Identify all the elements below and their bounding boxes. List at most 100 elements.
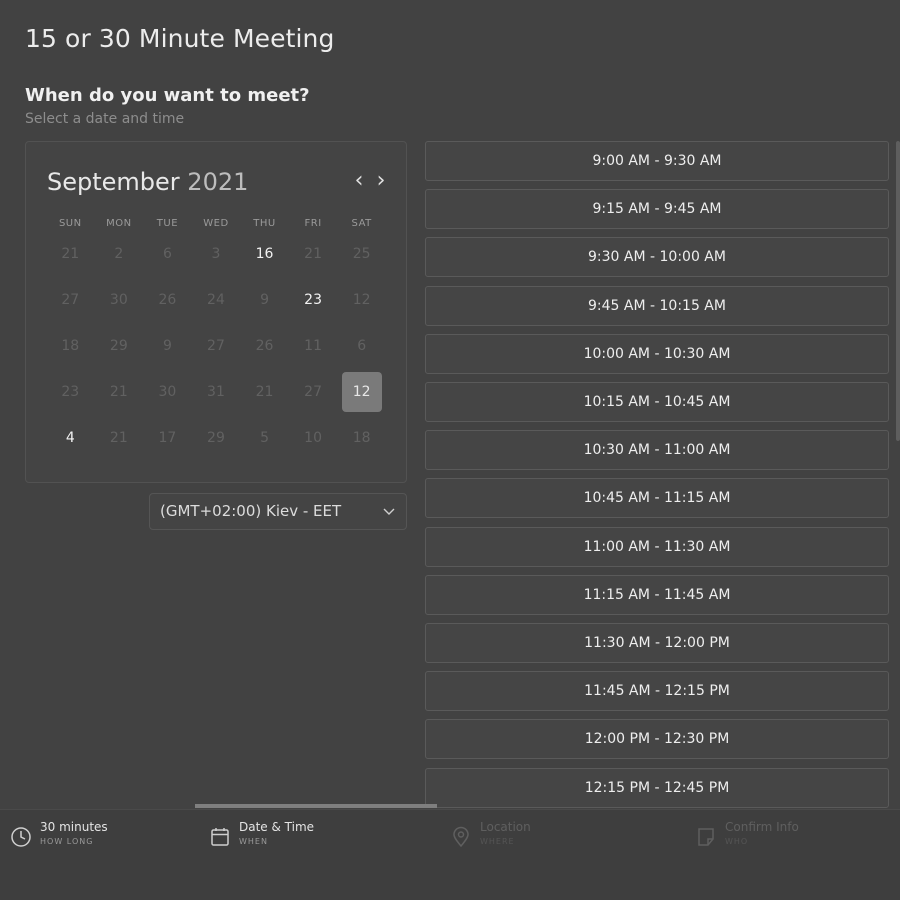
step-date-time[interactable]: Date & Time WHEN <box>209 820 314 848</box>
chevron-down-icon <box>382 494 396 543</box>
time-slot-button[interactable]: 11:30 AM - 12:00 PM <box>425 623 889 663</box>
day-number: 25 <box>352 246 371 262</box>
step-location[interactable]: Location WHERE <box>450 820 531 848</box>
time-slot-button[interactable]: 10:00 AM - 10:30 AM <box>425 333 889 374</box>
day-number: 21 <box>61 246 80 262</box>
weekday-label: THU <box>253 218 276 229</box>
step-label: Date & Time <box>239 820 315 834</box>
day-number: 27 <box>304 384 322 400</box>
day-number: 5 <box>260 430 269 446</box>
day-number: 10 <box>304 430 322 446</box>
day-number: 23 <box>61 384 80 400</box>
step-progress-bar <box>195 804 437 808</box>
calendar-day: 5 <box>240 418 289 458</box>
day-number: 9 <box>260 292 269 308</box>
day-number: 29 <box>207 430 225 446</box>
calendar-day: 18 <box>337 418 386 458</box>
time-slot-button[interactable]: 10:45 AM - 11:15 AM <box>425 478 889 519</box>
chevron-left-icon[interactable]: ‹ <box>350 170 368 192</box>
calendar-week-row: 18 29 9 27 26 11 6 <box>46 326 386 366</box>
calendar-week-row: 27 30 26 24 9 23 12 <box>46 280 386 320</box>
day-number: 23 <box>304 292 322 308</box>
time-slot-button[interactable]: 9:15 AM - 9:45 AM <box>425 189 889 230</box>
day-number: 27 <box>61 292 80 308</box>
day-number: 3 <box>211 246 221 262</box>
year-number: 2021 <box>187 168 249 196</box>
day-number: 21 <box>304 246 322 262</box>
day-number: 21 <box>109 384 128 400</box>
day-number: 6 <box>162 246 172 262</box>
day-number: 6 <box>357 338 367 354</box>
day-number: 16 <box>255 246 274 262</box>
clock-icon <box>10 826 32 848</box>
calendar-day[interactable]: 23 <box>289 280 338 320</box>
day-number: 21 <box>255 384 274 400</box>
step-sublabel: WHEN <box>239 837 268 846</box>
calendar-day[interactable]: 4 <box>46 418 95 458</box>
day-number: 12 <box>352 292 371 308</box>
calendar-day: 10 <box>289 418 338 458</box>
weekday-label: SUN <box>58 218 82 229</box>
calendar-day: 6 <box>143 234 192 274</box>
time-slot-button[interactable]: 12:00 PM - 12:30 PM <box>425 719 889 760</box>
section-question: When do you want to meet? <box>25 85 310 106</box>
day-number: 30 <box>109 292 128 308</box>
time-slot-button[interactable]: 9:45 AM - 10:15 AM <box>425 285 889 326</box>
day-number: 2 <box>114 246 124 262</box>
month-year-label: September 2021 <box>47 168 248 196</box>
day-number: 24 <box>207 292 225 308</box>
date-picker: September 2021 ‹ › SUN MON TUE WED THU FRI SAT… <box>25 141 407 483</box>
calendar-day: 2 <box>95 234 144 274</box>
calendar-day: 9 <box>240 280 289 320</box>
time-slot-button[interactable]: 9:30 AM - 10:00 AM <box>425 237 889 278</box>
calendar-day: 27 <box>192 326 241 366</box>
step-sublabel: HOW LONG <box>40 837 94 846</box>
map-pin-icon <box>450 826 472 848</box>
calendar-day: 30 <box>143 372 192 412</box>
calendar-day: 21 <box>46 234 95 274</box>
calendar-day: 26 <box>240 326 289 366</box>
day-number: 18 <box>61 338 80 354</box>
day-number: 18 <box>352 430 371 446</box>
calendar-day: 21 <box>289 234 338 274</box>
step-30-minutes[interactable]: 30 minutes HOW LONG <box>10 820 108 848</box>
time-slot-button[interactable]: 11:00 AM - 11:30 AM <box>425 526 889 567</box>
day-number: 26 <box>158 292 177 308</box>
day-number: 11 <box>304 338 322 354</box>
calendar-day: 17 <box>143 418 192 458</box>
calendar-day: 27 <box>46 280 95 320</box>
time-slot-button[interactable]: 12:15 PM - 12:45 PM <box>425 767 889 808</box>
step-label: Confirm Info <box>725 820 799 834</box>
step-label: 30 minutes <box>40 820 108 834</box>
day-number: 26 <box>255 338 274 354</box>
calendar-day: 24 <box>192 280 241 320</box>
day-number: 9 <box>162 338 172 354</box>
time-slot-button[interactable]: 10:15 AM - 10:45 AM <box>425 382 889 422</box>
weekday-label: TUE <box>156 218 179 229</box>
calendar-day: 3 <box>192 234 241 274</box>
step-confirm-info[interactable]: Confirm Info WHO <box>695 820 799 848</box>
step-sublabel: WHERE <box>480 837 515 846</box>
booking-steps-bar: 30 minutes HOW LONG Date & Time WHEN Locatio… <box>0 809 900 900</box>
day-number: 30 <box>158 384 177 400</box>
time-slot-button[interactable]: 11:15 AM - 11:45 AM <box>425 574 889 615</box>
timezone-value: (GMT+02:00) Kiev - EET <box>160 502 342 520</box>
note-icon <box>695 826 717 848</box>
time-slot-button[interactable]: 9:00 AM - 9:30 AM <box>425 141 889 181</box>
calendar-day: 30 <box>95 280 144 320</box>
day-number: 4 <box>65 430 75 446</box>
weekday-label: WED <box>203 218 229 229</box>
calendar-day[interactable]: 16 <box>240 234 289 274</box>
timezone-select[interactable]: (GMT+02:00) Kiev - EET <box>149 493 407 530</box>
weekday-label: FRI <box>304 218 322 229</box>
calendar-week-row: 4 21 17 29 5 10 18 <box>46 418 386 458</box>
chevron-right-icon[interactable]: › <box>372 170 390 192</box>
section-hint: Select a date and time <box>25 111 185 127</box>
day-number: 21 <box>109 430 128 446</box>
day-number: 17 <box>158 430 177 446</box>
calendar-day: 12 <box>337 280 386 320</box>
calendar-day-selected[interactable]: 12 <box>337 372 386 412</box>
scrollbar-thumb[interactable] <box>896 141 900 441</box>
time-slot-button[interactable]: 11:45 AM - 12:15 PM <box>425 671 889 712</box>
time-slot-button[interactable]: 10:30 AM - 11:00 AM <box>425 430 889 471</box>
